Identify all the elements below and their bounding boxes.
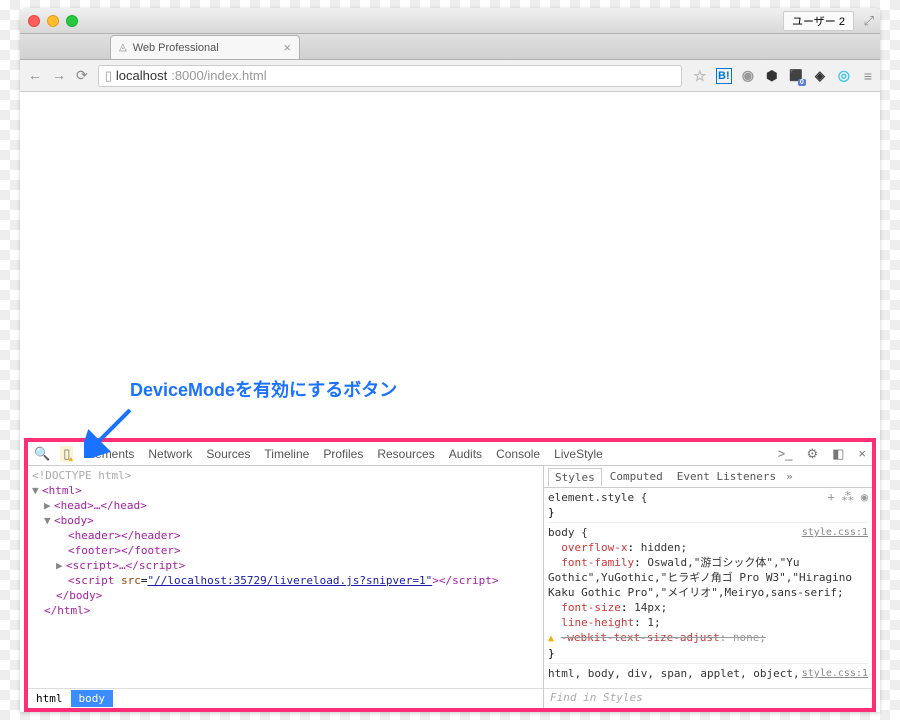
- minimize-window-button[interactable]: [47, 15, 59, 27]
- traffic-lights: [28, 15, 78, 27]
- dom-doctype: <!DOCTYPE html>: [32, 468, 539, 483]
- close-tab-icon[interactable]: ×: [283, 40, 291, 55]
- bookmark-star-icon[interactable]: ☆: [692, 68, 708, 84]
- drawer-toggle-icon[interactable]: >_: [776, 446, 795, 461]
- forward-button[interactable]: →: [52, 67, 66, 84]
- favicon-icon: ◬: [119, 42, 127, 53]
- url-host: localhost: [116, 68, 167, 83]
- window-titlebar: ユーザー 2 ⤢: [20, 8, 880, 34]
- toggle-state-icon[interactable]: ⁂: [842, 490, 854, 505]
- url-path: :8000/index.html: [171, 68, 266, 83]
- browser-window: ユーザー 2 ⤢ ◬ Web Professional × ← → ⟳ ▯ lo…: [20, 8, 880, 712]
- styles-panel: Styles Computed Event Listeners » +⁂◉ el…: [544, 466, 872, 708]
- tab-sources[interactable]: Sources: [203, 445, 253, 463]
- tab-network[interactable]: Network: [145, 445, 195, 463]
- tab-resources[interactable]: Resources: [374, 445, 437, 463]
- address-bar: ← → ⟳ ▯ localhost :8000/index.html ☆ B! ◉…: [20, 60, 880, 92]
- close-window-button[interactable]: [28, 15, 40, 27]
- globe-extension-icon[interactable]: ◉: [740, 68, 756, 84]
- tab-timeline[interactable]: Timeline: [261, 445, 312, 463]
- fullscreen-icon[interactable]: ⤢: [864, 13, 874, 29]
- tab-title: Web Professional: [133, 42, 219, 54]
- search-icon[interactable]: 🔍: [32, 446, 52, 462]
- annotation-callout: DeviceModeを有効にするボタン: [130, 376, 397, 402]
- diamond-extension-icon[interactable]: ◈: [812, 68, 828, 84]
- back-button[interactable]: ←: [28, 67, 42, 84]
- close-devtools-icon[interactable]: ×: [856, 446, 868, 461]
- annotation-arrow-icon: [84, 402, 140, 458]
- tab-console[interactable]: Console: [493, 445, 543, 463]
- menu-icon[interactable]: ≡: [864, 68, 872, 84]
- device-mode-toggle[interactable]: ▯: [60, 446, 73, 462]
- styles-body[interactable]: +⁂◉ element.style {} style.css:1 body { …: [544, 488, 872, 688]
- camera-extension-icon[interactable]: ◎: [836, 68, 852, 84]
- tab-strip: ◬ Web Professional ×: [20, 34, 880, 60]
- styles-tab-computed[interactable]: Computed: [604, 468, 669, 485]
- github-extension-icon[interactable]: ⬢: [764, 68, 780, 84]
- hatena-extension-icon[interactable]: B!: [716, 68, 732, 84]
- page-viewport: DeviceModeを有効にするボタン 🔍 ▯ Elements Network…: [20, 92, 880, 712]
- dom-tree-panel: <!DOCTYPE html> ▼<html> ▶<head>…</head> …: [28, 466, 544, 708]
- devtools-tabs: 🔍 ▯ Elements Network Sources Timeline Pr…: [28, 442, 872, 466]
- find-in-styles-input[interactable]: Find in Styles: [544, 688, 872, 708]
- tab-profiles[interactable]: Profiles: [320, 445, 366, 463]
- dom-tree[interactable]: <!DOCTYPE html> ▼<html> ▶<head>…</head> …: [28, 466, 543, 688]
- url-input[interactable]: ▯ localhost :8000/index.html: [98, 65, 682, 87]
- annotation-text: DeviceModeを有効にするボタン: [130, 376, 397, 402]
- settings-gear-icon[interactable]: ⚙: [804, 446, 820, 462]
- tab-livestyle[interactable]: LiveStyle: [551, 445, 606, 463]
- zoom-window-button[interactable]: [66, 15, 78, 27]
- crumb-html[interactable]: html: [28, 690, 71, 707]
- styles-tabs: Styles Computed Event Listeners »: [544, 466, 872, 488]
- animations-icon[interactable]: ◉: [861, 490, 868, 505]
- extension-icons: ☆ B! ◉ ⬢ ⬛ ◈ ◎ ≡: [692, 68, 872, 84]
- dock-icon[interactable]: ◧: [830, 446, 846, 462]
- styles-tab-styles[interactable]: Styles: [548, 468, 602, 487]
- devtools-panel: 🔍 ▯ Elements Network Sources Timeline Pr…: [24, 438, 876, 712]
- user-profile-badge[interactable]: ユーザー 2: [783, 11, 854, 31]
- tab-audits[interactable]: Audits: [446, 445, 485, 463]
- new-rule-icon[interactable]: +: [828, 490, 835, 505]
- dom-breadcrumb: html body: [28, 688, 543, 708]
- styles-tab-listeners[interactable]: Event Listeners: [671, 468, 782, 485]
- browser-tab[interactable]: ◬ Web Professional ×: [110, 35, 300, 59]
- reload-button[interactable]: ⟳: [76, 67, 88, 84]
- page-icon: ▯: [105, 68, 112, 84]
- notifier-extension-icon[interactable]: ⬛: [788, 68, 804, 84]
- crumb-body[interactable]: body: [71, 690, 114, 707]
- styles-more-icon[interactable]: »: [786, 470, 793, 483]
